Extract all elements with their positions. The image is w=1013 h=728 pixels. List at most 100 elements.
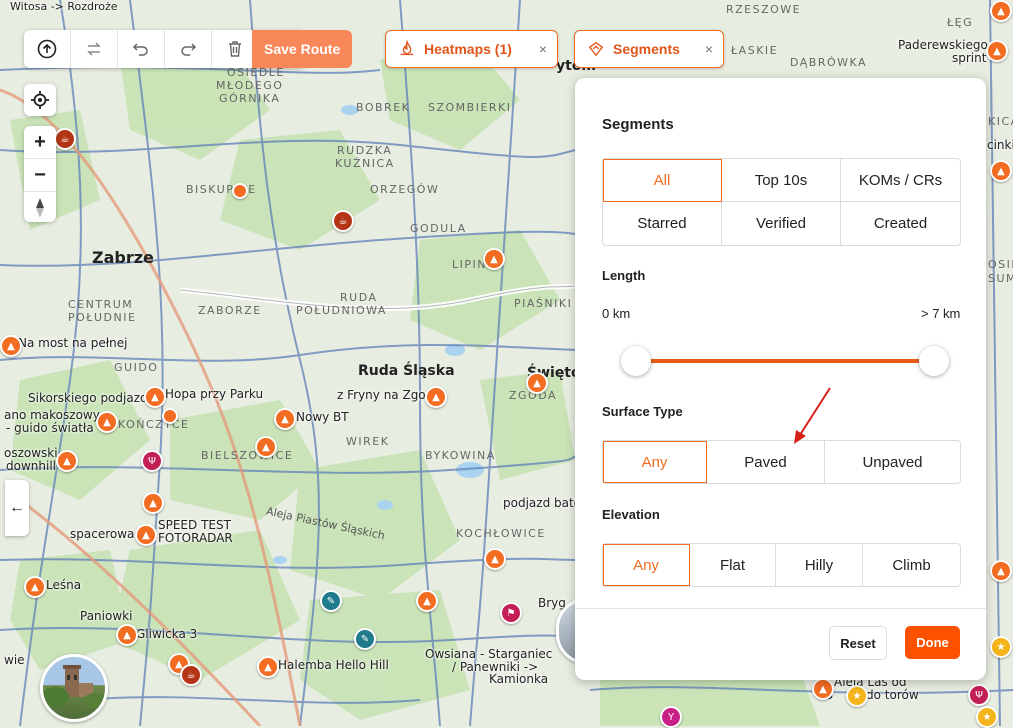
- map-label: downhill: [6, 459, 56, 473]
- segment-pin-icon[interactable]: [232, 183, 248, 199]
- shop-pin-icon[interactable]: Y: [660, 706, 682, 728]
- filter-verified-option[interactable]: Verified: [722, 202, 841, 245]
- map-label: DĄBRÓWKA: [790, 56, 868, 69]
- map-label: SUM: [988, 272, 1013, 285]
- segment-pin-icon[interactable]: ▲: [416, 590, 438, 612]
- compass-button[interactable]: [24, 192, 56, 224]
- length-slider-max-handle[interactable]: [919, 346, 949, 376]
- segments-chip[interactable]: Segments ×: [574, 30, 724, 68]
- segments-close-icon[interactable]: ×: [705, 41, 713, 57]
- segment-pin-icon[interactable]: ▲: [990, 160, 1012, 182]
- segment-pin-icon[interactable]: ▲: [274, 408, 296, 430]
- map-label: BOBREK: [356, 101, 411, 114]
- map-label: Na most na pełnej: [18, 336, 128, 350]
- surface-unpaved-option[interactable]: Unpaved: [825, 441, 960, 483]
- surface-type-label: Surface Type: [602, 404, 683, 419]
- map-label: KUŹNICA: [335, 157, 395, 170]
- star-pin-icon[interactable]: ★: [990, 636, 1012, 658]
- zoom-out-button[interactable]: −: [24, 159, 56, 192]
- filter-created-option[interactable]: Created: [841, 202, 960, 245]
- segments-icon: [588, 41, 604, 57]
- segment-pin-icon[interactable]: ▲: [144, 386, 166, 408]
- segments-chip-label: Segments: [613, 41, 680, 57]
- segment-pin-icon[interactable]: ▲: [425, 386, 447, 408]
- segment-pin-icon[interactable]: ▲: [986, 40, 1008, 62]
- done-button[interactable]: Done: [905, 626, 960, 659]
- map-label: Paniowki: [80, 609, 133, 623]
- map-label: RZESZOWE: [726, 3, 802, 16]
- restaurant-pin-icon[interactable]: Ψ: [141, 450, 163, 472]
- filter-top10-option[interactable]: Top 10s: [722, 159, 841, 202]
- elevation-flat-option[interactable]: Flat: [690, 544, 776, 586]
- elevation-options: Any Flat Hilly Climb: [602, 543, 961, 587]
- cafe-pin-icon[interactable]: ☕: [332, 210, 354, 232]
- star-pin-icon[interactable]: ★: [976, 706, 998, 728]
- segment-pin-icon[interactable]: ▲: [255, 436, 277, 458]
- segments-panel: Segments All Top 10s KOMs / CRs Starred …: [575, 78, 986, 680]
- collapse-sidebar-button[interactable]: ←: [5, 480, 29, 536]
- star-pin-icon[interactable]: ★: [846, 685, 868, 707]
- map-label: wie: [4, 653, 25, 667]
- segment-pin-icon[interactable]: ▲: [24, 576, 46, 598]
- heatmap-flame-icon: [400, 40, 414, 56]
- shop-pin-icon[interactable]: ⚑: [500, 602, 522, 624]
- segment-pin-icon[interactable]: ▲: [526, 372, 548, 394]
- cafe-pin-icon[interactable]: ☕: [54, 128, 76, 150]
- map-label: oszowski: [4, 446, 58, 460]
- undo-button[interactable]: [118, 30, 165, 68]
- segment-pin-icon[interactable]: ▲: [56, 450, 78, 472]
- zoom-in-button[interactable]: +: [24, 126, 56, 159]
- segment-pin-icon[interactable]: ▲: [484, 548, 506, 570]
- redo-button[interactable]: [165, 30, 212, 68]
- segment-pin-icon[interactable]: [162, 408, 178, 424]
- map-label: - guido światła: [6, 421, 94, 435]
- heatmaps-close-icon[interactable]: ×: [539, 41, 547, 57]
- map-label: RUDA: [340, 291, 378, 304]
- upload-icon: [37, 39, 57, 59]
- upload-button[interactable]: [24, 30, 71, 68]
- repair-pin-icon[interactable]: ✎: [320, 590, 342, 612]
- elevation-hilly-option[interactable]: Hilly: [776, 544, 863, 586]
- segment-pin-icon[interactable]: ▲: [116, 624, 138, 646]
- segment-pin-icon[interactable]: ▲: [483, 248, 505, 270]
- reset-button[interactable]: Reset: [829, 626, 887, 660]
- segment-pin-icon[interactable]: ▲: [142, 492, 164, 514]
- elevation-any-option[interactable]: Any: [603, 544, 690, 586]
- map-label: Witosa -> Rozdroże: [10, 0, 118, 13]
- map-photo-avatar[interactable]: [40, 654, 108, 722]
- surface-any-option[interactable]: Any: [603, 441, 707, 483]
- map-label: Sikorskiego podjazd: [28, 391, 148, 405]
- map-city-label: Ruda Śląska: [358, 363, 455, 379]
- map-label: CENTRUM: [68, 298, 134, 311]
- map-label: ORZEGÓW: [370, 183, 440, 196]
- repair-pin-icon[interactable]: ✎: [354, 628, 376, 650]
- filter-koms-option[interactable]: KOMs / CRs: [841, 159, 960, 202]
- map-label: Leśna: [46, 578, 82, 592]
- map-label: OSIE: [988, 258, 1013, 271]
- segment-pin-icon[interactable]: ▲: [96, 411, 118, 433]
- elevation-climb-option[interactable]: Climb: [863, 544, 960, 586]
- segment-pin-icon[interactable]: ▲: [990, 0, 1012, 22]
- trash-icon: [229, 41, 241, 57]
- map-label: ŁASKIE: [731, 44, 779, 57]
- segment-pin-icon[interactable]: ▲: [812, 678, 834, 700]
- segment-pin-icon[interactable]: ▲: [990, 560, 1012, 582]
- segment-pin-icon[interactable]: ▲: [135, 524, 157, 546]
- segment-pin-icon[interactable]: ▲: [0, 335, 22, 357]
- length-slider-track[interactable]: [637, 359, 933, 363]
- map-label: spacerowa: [70, 527, 135, 541]
- heatmaps-chip[interactable]: Heatmaps (1) ×: [385, 30, 558, 68]
- filter-starred-option[interactable]: Starred: [603, 202, 722, 245]
- cafe-pin-icon[interactable]: ☕: [180, 664, 202, 686]
- segment-pin-icon[interactable]: ▲: [257, 656, 279, 678]
- map-label: GÓRNIKA: [219, 92, 281, 105]
- save-route-button[interactable]: Save Route: [252, 30, 353, 68]
- map-label: SPEED TEST: [158, 518, 231, 532]
- filter-all-option[interactable]: All: [603, 159, 722, 202]
- locate-button[interactable]: [24, 84, 56, 116]
- reverse-route-button[interactable]: [71, 30, 118, 68]
- restaurant-pin-icon[interactable]: Ψ: [968, 684, 990, 706]
- length-slider-min-handle[interactable]: [621, 346, 651, 376]
- annotation-arrow-icon: [794, 387, 831, 444]
- locate-icon: [31, 91, 49, 109]
